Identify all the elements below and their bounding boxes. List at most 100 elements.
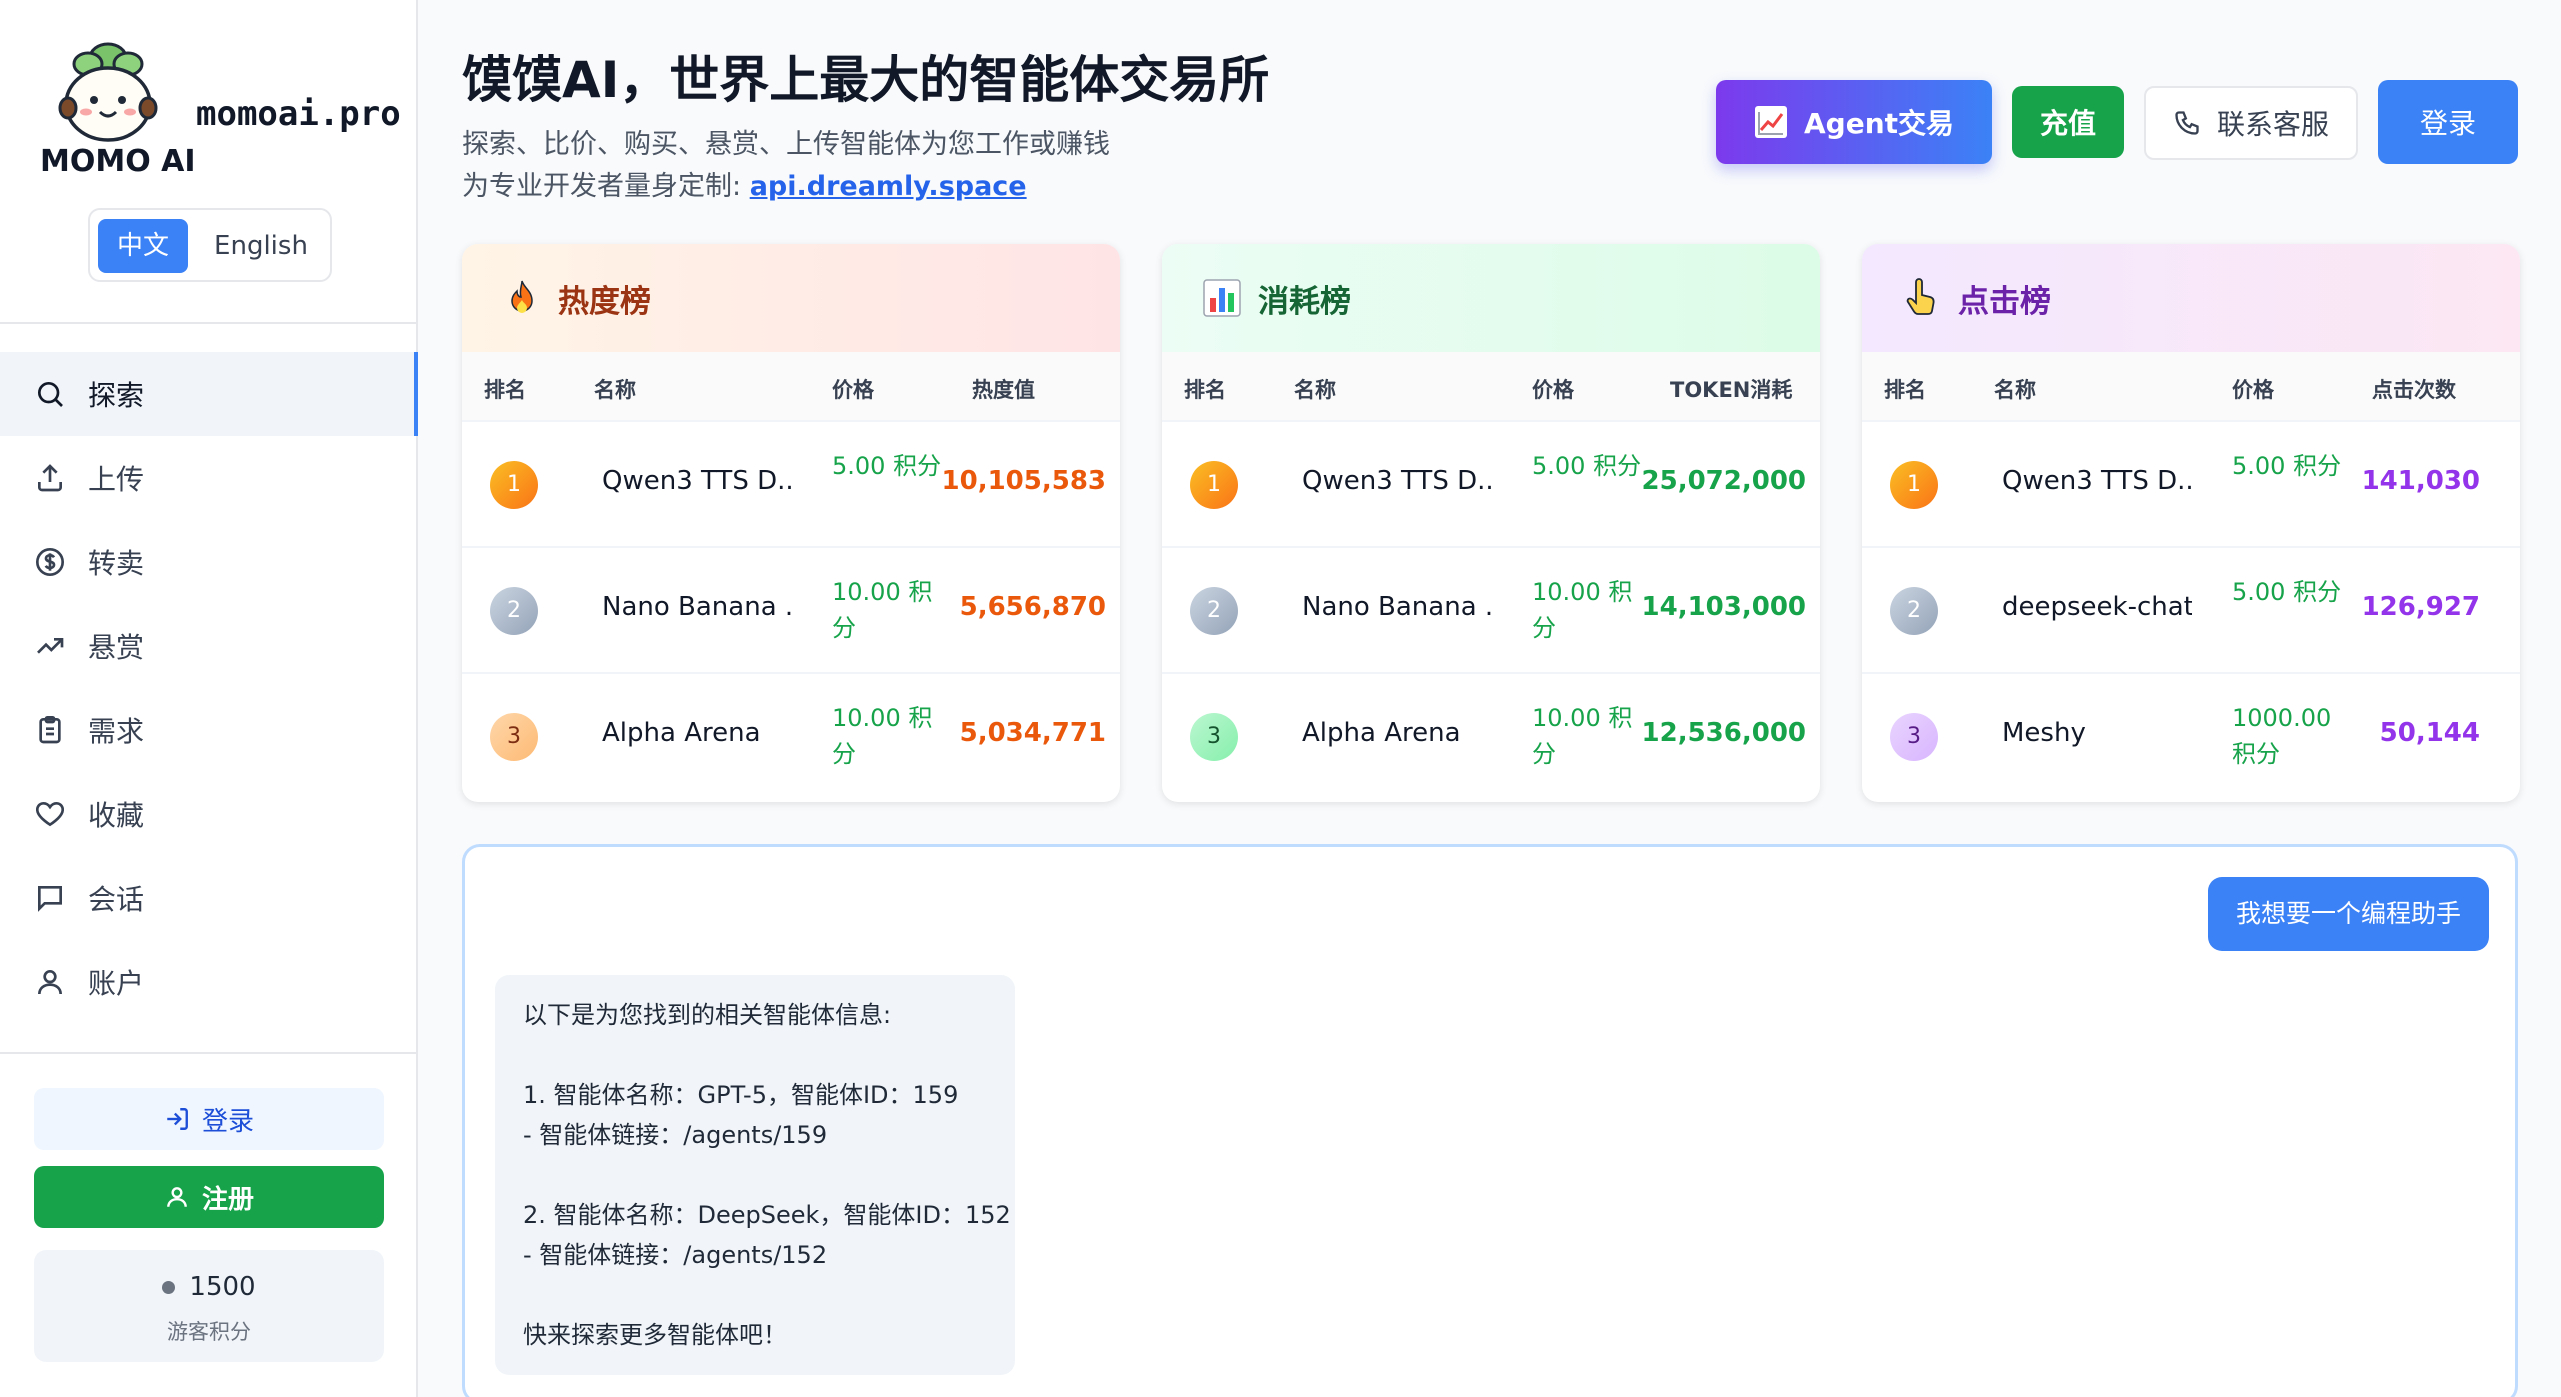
recharge-button[interactable]: 充值 bbox=[2012, 86, 2124, 158]
sidebar-item-explore[interactable]: 探索 bbox=[0, 352, 418, 436]
rank-badge: 3 bbox=[1890, 713, 1938, 761]
token-value: 12,536,000 bbox=[1641, 718, 1806, 748]
assistant-line: 快来探索更多智能体吧！ bbox=[523, 1321, 787, 1349]
header-login-button[interactable]: 登录 bbox=[2378, 80, 2518, 164]
logo-caption: MOMO AI bbox=[40, 144, 196, 179]
token-value: 25,072,000 bbox=[1641, 466, 1806, 496]
agent-name: Qwen3 TTS D... bbox=[2002, 466, 2192, 496]
sidebar-login-button[interactable]: 登录 bbox=[34, 1088, 384, 1150]
contact-support-button[interactable]: 联系客服 bbox=[2144, 86, 2358, 160]
rank-badge: 1 bbox=[490, 461, 538, 509]
agent-name: Alpha Arena bbox=[602, 718, 761, 748]
table-row[interactable]: 3 Meshy 1000.00 积分 50,144 bbox=[1862, 672, 2520, 798]
api-prefix: 为专业开发者量身定制: bbox=[462, 171, 750, 202]
col-value: TOKEN消耗 bbox=[1670, 378, 1793, 402]
agent-trade-button[interactable]: Agent交易 bbox=[1716, 80, 1992, 164]
table-row[interactable]: 1 Qwen3 TTS D... 5.00 积分 10,105,583 bbox=[462, 420, 1120, 546]
heart-icon bbox=[36, 801, 64, 827]
brand-logo[interactable]: MOMO AI momoai.pro bbox=[38, 38, 401, 179]
table-row[interactable]: 3 Alpha Arena 10.00 积分 5,034,771 bbox=[462, 672, 1120, 798]
sidebar-item-sessions[interactable]: 会话 bbox=[0, 856, 418, 940]
sidebar-register-button[interactable]: 注册 bbox=[34, 1166, 384, 1228]
board-title: 点击榜 bbox=[1958, 283, 2051, 320]
board-title: 热度榜 bbox=[558, 283, 651, 320]
token-value: 14,103,000 bbox=[1641, 592, 1806, 622]
col-value: 热度值 bbox=[972, 378, 1035, 402]
sidebar-item-account[interactable]: 账户 bbox=[0, 940, 418, 1024]
table-row[interactable]: 1 Qwen3 TTS D... 5.00 积分 25,072,000 bbox=[1162, 420, 1820, 546]
agent-price: 10.00 积分 bbox=[832, 578, 933, 642]
lang-en-button[interactable]: English bbox=[198, 219, 324, 273]
table-row[interactable]: 2 Nano Banana ... 10.00 积分 14,103,000 bbox=[1162, 546, 1820, 672]
agent-price: 10.00 积分 bbox=[1532, 578, 1633, 642]
chat-panel[interactable]: 我想要一个编程助手 以下是为您找到的相关智能体信息: 1. 智能体名称：GPT-… bbox=[462, 844, 2518, 1397]
points-label: 游客积分 bbox=[167, 1320, 251, 1344]
col-name: 名称 bbox=[1994, 378, 2036, 402]
col-value: 点击次数 bbox=[2372, 378, 2456, 402]
agent-name: Qwen3 TTS D... bbox=[602, 466, 792, 496]
assistant-line: - 智能体链接：/agents/152 bbox=[523, 1241, 828, 1269]
points-dot-icon bbox=[162, 1281, 176, 1294]
sidebar-item-upload[interactable]: 上传 bbox=[0, 436, 418, 520]
agent-price: 10.00 积分 bbox=[832, 704, 933, 768]
sidebar-login-label: 登录 bbox=[201, 1106, 254, 1137]
sidebar-item-resell[interactable]: 转卖 bbox=[0, 520, 418, 604]
agent-name: Qwen3 TTS D... bbox=[1302, 466, 1492, 496]
board-title: 消耗榜 bbox=[1258, 283, 1351, 320]
agent-name: deepseek-chat bbox=[2002, 592, 2192, 622]
dollar-circle-icon bbox=[36, 548, 64, 576]
sidebar-item-label: 账户 bbox=[88, 967, 145, 1000]
rank-badge: 3 bbox=[490, 713, 538, 761]
sidebar-register-label: 注册 bbox=[201, 1184, 254, 1215]
board-header: 热度榜 bbox=[462, 244, 1120, 352]
language-switch: 中文 English bbox=[88, 208, 332, 282]
agent-trade-label: Agent交易 bbox=[1803, 107, 1955, 140]
sidebar-item-label: 上传 bbox=[88, 463, 145, 496]
hot-value: 5,656,870 bbox=[959, 592, 1106, 622]
api-line: 为专业开发者量身定制: api.dreamly.space bbox=[462, 164, 1027, 203]
guest-points: 1500 游客积分 bbox=[34, 1250, 384, 1362]
sidebar-item-label: 需求 bbox=[88, 715, 145, 748]
board-column-headers: 排名 名称 价格 TOKEN消耗 bbox=[1162, 352, 1820, 420]
sidebar-item-bounty[interactable]: 悬赏 bbox=[0, 604, 418, 688]
rank-badge: 2 bbox=[1190, 587, 1238, 635]
assistant-line: 1. 智能体名称：GPT-5，智能体ID：159 bbox=[523, 1081, 959, 1109]
user-icon bbox=[38, 970, 62, 995]
sidebar-item-favorites[interactable]: 收藏 bbox=[0, 772, 418, 856]
trending-up-icon bbox=[37, 638, 64, 654]
table-row[interactable]: 2 Nano Banana ... 10.00 积分 5,656,870 bbox=[462, 546, 1120, 672]
rank-badge: 2 bbox=[490, 587, 538, 635]
table-row[interactable]: 1 Qwen3 TTS D... 5.00 积分 141,030 bbox=[1862, 420, 2520, 546]
search-icon bbox=[38, 382, 63, 407]
rank-badge: 1 bbox=[1890, 461, 1938, 509]
login-icon bbox=[167, 1108, 188, 1130]
board-column-headers: 排名 名称 价格 点击次数 bbox=[1862, 352, 2520, 420]
table-row[interactable]: 2 deepseek-chat 5.00 积分 126,927 bbox=[1862, 546, 2520, 672]
click-value: 141,030 bbox=[2361, 466, 2480, 496]
upload-icon bbox=[38, 464, 62, 492]
fire-icon bbox=[511, 280, 533, 313]
lang-zh-button[interactable]: 中文 bbox=[98, 219, 188, 273]
sidebar-item-demand[interactable]: 需求 bbox=[0, 688, 418, 772]
pointing-hand-icon bbox=[1906, 278, 1935, 315]
assistant-line: - 智能体链接：/agents/159 bbox=[523, 1121, 828, 1149]
table-row[interactable]: 3 Alpha Arena 10.00 积分 12,536,000 bbox=[1162, 672, 1820, 798]
board-column-headers: 排名 名称 价格 热度值 bbox=[462, 352, 1120, 420]
user-icon bbox=[167, 1187, 187, 1207]
api-link[interactable]: api.dreamly.space bbox=[750, 171, 1027, 202]
col-name: 名称 bbox=[1294, 378, 1336, 402]
sidebar-item-label: 探索 bbox=[88, 379, 145, 412]
sidebar-item-label: 悬赏 bbox=[88, 631, 145, 664]
sidebar-divider bbox=[0, 1052, 418, 1054]
assistant-line: 2. 智能体名称：DeepSeek，智能体ID：152 bbox=[523, 1201, 1011, 1229]
col-price: 价格 bbox=[2232, 378, 2274, 402]
bar-chart-icon bbox=[1203, 279, 1241, 317]
board-header: 消耗榜 bbox=[1162, 244, 1820, 352]
chart-up-icon bbox=[1754, 106, 1787, 138]
hot-value: 10,105,583 bbox=[941, 466, 1106, 496]
agent-name: Nano Banana ... bbox=[602, 592, 792, 622]
chat-icon bbox=[38, 886, 62, 912]
col-rank: 排名 bbox=[484, 378, 526, 402]
